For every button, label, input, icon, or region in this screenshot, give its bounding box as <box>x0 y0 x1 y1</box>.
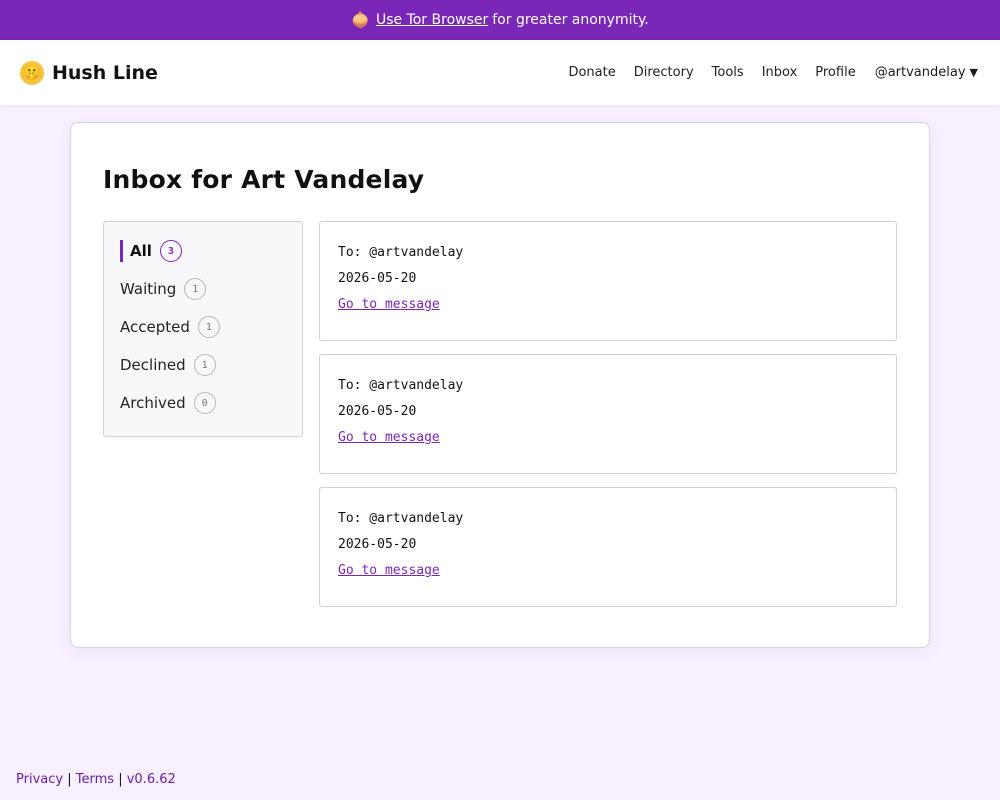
message-recipient: To: @artvandelay <box>338 245 464 260</box>
filter-archived[interactable]: Archived 0 <box>120 392 286 414</box>
filter-label: All <box>130 242 152 260</box>
version-link[interactable]: v0.6.62 <box>127 772 176 787</box>
footer-separator: | <box>118 772 123 787</box>
filter-all[interactable]: All 3 <box>120 240 286 262</box>
go-to-message-link[interactable]: Go to message <box>338 297 440 312</box>
privacy-link[interactable]: Privacy <box>16 772 63 787</box>
count-badge: 1 <box>197 316 220 338</box>
onion-icon: 🧅 <box>351 11 370 29</box>
main-nav: Donate Directory Tools Inbox Profile @ar… <box>550 65 978 80</box>
count-badge: 3 <box>159 240 182 262</box>
message-card: To: @artvandelay 2026-05-20 Go to messag… <box>319 354 897 474</box>
count-badge: 0 <box>193 392 216 414</box>
site-header: 🤫 Hush Line Donate Directory Tools Inbox… <box>0 40 1000 105</box>
filter-label: Declined <box>120 356 186 374</box>
terms-link[interactable]: Terms <box>76 772 114 787</box>
use-tor-browser-link[interactable]: Use Tor Browser <box>376 12 488 28</box>
banner-text: for greater anonymity. <box>492 12 649 28</box>
message-list: To: @artvandelay 2026-05-20 Go to messag… <box>319 221 897 620</box>
brand-name: Hush Line <box>52 61 158 84</box>
count-badge: 1 <box>193 354 216 376</box>
page-title: Inbox for Art Vandelay <box>103 165 425 194</box>
nav-tools[interactable]: Tools <box>712 65 744 80</box>
message-card: To: @artvandelay 2026-05-20 Go to messag… <box>319 221 897 341</box>
go-to-message-link[interactable]: Go to message <box>338 430 440 445</box>
nav-directory[interactable]: Directory <box>634 65 694 80</box>
filter-waiting[interactable]: Waiting 1 <box>120 278 286 300</box>
nav-profile[interactable]: Profile <box>815 65 855 80</box>
shushing-face-icon: 🤫 <box>20 60 44 85</box>
brand[interactable]: 🤫 Hush Line <box>20 60 158 85</box>
filter-accepted[interactable]: Accepted 1 <box>120 316 286 338</box>
nav-inbox[interactable]: Inbox <box>762 65 798 80</box>
username: @artvandelay <box>874 65 966 80</box>
user-menu[interactable]: @artvandelay ▼ <box>875 65 978 80</box>
go-to-message-link[interactable]: Go to message <box>338 563 440 578</box>
nav-donate[interactable]: Donate <box>568 65 615 80</box>
status-filters: All 3 Waiting 1 Accepted 1 Declined 1 Ar… <box>103 221 303 437</box>
site-footer: Privacy | Terms | v0.6.62 <box>16 772 176 787</box>
message-card: To: @artvandelay 2026-05-20 Go to messag… <box>319 487 897 607</box>
tor-banner: 🧅 Use Tor Browser for greater anonymity. <box>0 0 1000 40</box>
message-date: 2026-05-20 <box>338 537 417 552</box>
caret-down-icon: ▼ <box>969 66 978 79</box>
inbox-card: Inbox for Art Vandelay All 3 Waiting 1 A… <box>70 122 930 648</box>
footer-separator: | <box>67 772 72 787</box>
message-date: 2026-05-20 <box>338 404 417 419</box>
filter-label: Archived <box>120 394 186 412</box>
filter-declined[interactable]: Declined 1 <box>120 354 286 376</box>
filter-label: Accepted <box>120 318 190 336</box>
message-recipient: To: @artvandelay <box>338 511 464 526</box>
message-recipient: To: @artvandelay <box>338 378 464 393</box>
count-badge: 1 <box>184 278 207 300</box>
message-date: 2026-05-20 <box>338 271 417 286</box>
filter-label: Waiting <box>120 280 177 298</box>
